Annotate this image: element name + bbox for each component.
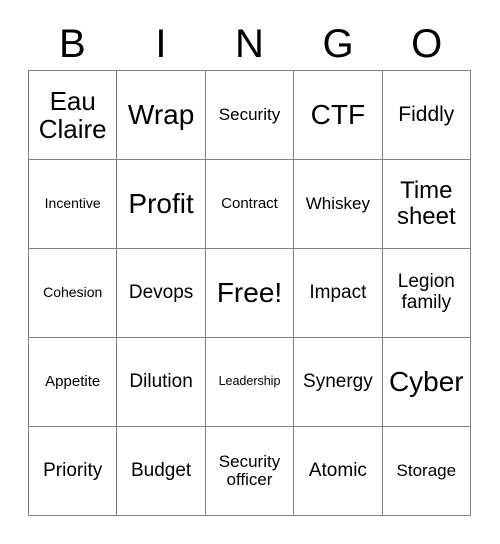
bingo-cell-label: Security officer (218, 451, 281, 489)
bingo-cell-r1c4[interactable]: CTF (294, 71, 383, 160)
bingo-cell-r1c3[interactable]: Security (205, 71, 295, 160)
bingo-cell-r5c1[interactable]: Priority (29, 427, 118, 516)
bingo-cell-r5c4[interactable]: Atomic (294, 427, 383, 516)
bingo-cell-label: Time sheet (396, 177, 456, 230)
bingo-cell-label: Free! (216, 276, 283, 308)
bingo-cell-label: Synergy (303, 370, 373, 392)
bingo-cell-label: Legion family (397, 271, 455, 313)
bingo-cell-r4c5[interactable]: Cyber (382, 338, 471, 427)
bingo-cell-label: Appetite (45, 372, 101, 390)
bingo-cell-r2c1[interactable]: Incentive (29, 160, 118, 249)
bingo-header-letter-i: I (155, 22, 167, 66)
bingo-header-letter-n: N (235, 22, 264, 66)
bingo-cell-label: Whiskey (305, 193, 370, 213)
bingo-cell-label: Priority (43, 459, 103, 481)
bingo-cell-label: Atomic (308, 459, 367, 481)
bingo-cell-label: Incentive (44, 195, 101, 212)
bingo-header-row: B I N G O (28, 18, 471, 70)
bingo-cell-r4c2[interactable]: Dilution (117, 338, 206, 427)
bingo-cell-r3c2[interactable]: Devops (117, 249, 206, 338)
bingo-header-letter-g: G (322, 22, 354, 66)
bingo-cell-r2c4[interactable]: Whiskey (294, 160, 383, 249)
bingo-cell-r1c2[interactable]: Wrap (117, 71, 206, 160)
bingo-cell-r4c4[interactable]: Synergy (294, 338, 383, 427)
bingo-cell-r3c4[interactable]: Impact (294, 249, 383, 338)
bingo-cell-label: Dilution (129, 370, 193, 392)
bingo-cell-r5c2[interactable]: Budget (117, 427, 206, 516)
bingo-cell-label: Budget (130, 459, 192, 481)
bingo-cell-label: Devops (128, 281, 194, 303)
bingo-cell-label: Cohesion (43, 284, 103, 301)
bingo-cell-r4c1[interactable]: Appetite (29, 338, 118, 427)
bingo-header-letter-b: B (58, 22, 86, 66)
bingo-header-letter-o: O (411, 22, 443, 66)
bingo-cell-label: Contract (221, 194, 278, 212)
bingo-cell-label: CTF (310, 98, 366, 130)
bingo-cell-label: Profit (128, 187, 194, 219)
bingo-cell-label: Leadership (218, 374, 281, 389)
bingo-cell-label: Fiddly (398, 102, 455, 126)
bingo-cell-r2c2[interactable]: Profit (117, 160, 206, 249)
bingo-cell-label: Eau Claire (38, 85, 107, 144)
bingo-cell-label: Security (218, 104, 281, 124)
bingo-cell-r3c5[interactable]: Legion family (382, 249, 471, 338)
bingo-cell-label: Cyber (388, 365, 464, 397)
bingo-cell-r1c5[interactable]: Fiddly (382, 71, 471, 160)
bingo-grid: Eau Claire Wrap Security CTF Fiddly Ince… (28, 70, 471, 516)
bingo-cell-label: Impact (309, 281, 367, 303)
bingo-cell-label: Storage (396, 460, 457, 480)
bingo-cell-r3c1[interactable]: Cohesion (29, 249, 118, 338)
bingo-cell-r2c5[interactable]: Time sheet (382, 160, 471, 249)
bingo-cell-r4c3[interactable]: Leadership (205, 338, 295, 427)
bingo-cell-r5c3[interactable]: Security officer (205, 427, 295, 516)
bingo-cell-r2c3[interactable]: Contract (205, 160, 295, 249)
bingo-card: B I N G O Eau Claire Wrap Security CTF F… (0, 0, 500, 544)
bingo-cell-free-space[interactable]: Free! (205, 249, 295, 338)
bingo-cell-r5c5[interactable]: Storage (382, 427, 471, 516)
bingo-cell-label: Wrap (127, 98, 195, 130)
bingo-cell-r1c1[interactable]: Eau Claire (29, 71, 118, 160)
